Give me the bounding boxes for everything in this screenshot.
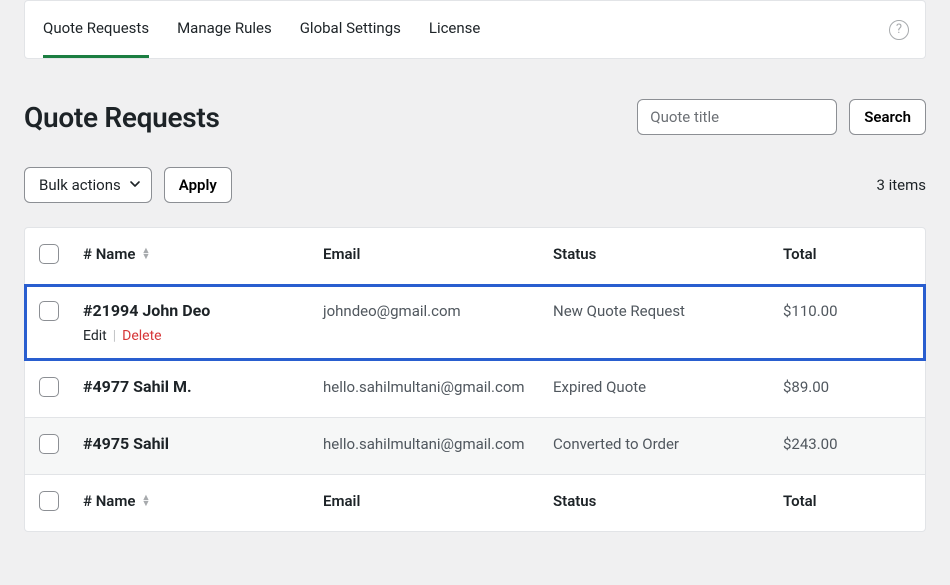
- row-actions: Edit | Delete: [83, 328, 323, 344]
- page-title: Quote Requests: [24, 101, 220, 134]
- help-icon[interactable]: ?: [889, 20, 909, 40]
- row-total: $110.00: [783, 301, 911, 320]
- tabs-bar: Quote Requests Manage Rules Global Setting…: [24, 0, 926, 59]
- select-all-checkbox[interactable]: [39, 244, 59, 264]
- column-email: Email: [323, 244, 553, 263]
- row-checkbox[interactable]: [39, 377, 59, 397]
- select-all-checkbox-footer[interactable]: [39, 491, 59, 511]
- search-input[interactable]: [637, 99, 837, 135]
- chevron-down-icon: [129, 176, 141, 194]
- row-status: Converted to Order: [553, 434, 783, 453]
- tab-quote-requests[interactable]: Quote Requests: [43, 1, 149, 58]
- table-row: #4977 Sahil M.hello.sahilmultani@gmail.c…: [25, 360, 925, 417]
- table-row: #21994 John Deo Edit | Delete johndeo@gmail.…: [25, 285, 925, 360]
- column-total: Total: [783, 244, 911, 263]
- apply-button[interactable]: Apply: [164, 167, 232, 203]
- bulk-actions-select[interactable]: Bulk actions: [24, 167, 152, 203]
- row-total: $89.00: [783, 377, 911, 396]
- column-name-footer[interactable]: # Name ▲▼: [83, 491, 323, 510]
- search-button[interactable]: Search: [849, 99, 926, 135]
- column-email-footer: Email: [323, 491, 553, 510]
- tab-license[interactable]: License: [429, 1, 481, 58]
- row-checkbox[interactable]: [39, 434, 59, 454]
- row-name[interactable]: #21994 John Deo: [83, 301, 323, 320]
- row-checkbox[interactable]: [39, 301, 59, 321]
- table-header-row: # Name ▲▼ Email Status Total: [25, 228, 925, 285]
- separator: |: [113, 328, 116, 344]
- column-status-footer: Status: [553, 491, 783, 510]
- delete-link[interactable]: Delete: [122, 328, 161, 344]
- table-footer-row: # Name ▲▼ Email Status Total: [25, 474, 925, 531]
- column-status: Status: [553, 244, 783, 263]
- row-total: $243.00: [783, 434, 911, 453]
- tab-global-settings[interactable]: Global Settings: [300, 1, 401, 58]
- edit-link[interactable]: Edit: [83, 328, 107, 344]
- row-status: New Quote Request: [553, 301, 783, 320]
- column-name[interactable]: # Name ▲▼: [83, 244, 323, 263]
- row-email: hello.sahilmultani@gmail.com: [323, 377, 553, 396]
- items-count: 3 items: [876, 176, 926, 194]
- column-total-footer: Total: [783, 491, 911, 510]
- bulk-actions-label: Bulk actions: [39, 176, 121, 194]
- sort-icon: ▲▼: [141, 495, 150, 507]
- row-email: hello.sahilmultani@gmail.com: [323, 434, 553, 453]
- quotes-table: # Name ▲▼ Email Status Total #21994 John…: [24, 227, 926, 532]
- sort-icon: ▲▼: [141, 248, 150, 260]
- row-name[interactable]: #4977 Sahil M.: [83, 377, 323, 396]
- table-row: #4975 Sahilhello.sahilmultani@gmail.comC…: [25, 417, 925, 474]
- row-email: johndeo@gmail.com: [323, 301, 553, 320]
- row-status: Expired Quote: [553, 377, 783, 396]
- row-name[interactable]: #4975 Sahil: [83, 434, 323, 453]
- tab-manage-rules[interactable]: Manage Rules: [177, 1, 272, 58]
